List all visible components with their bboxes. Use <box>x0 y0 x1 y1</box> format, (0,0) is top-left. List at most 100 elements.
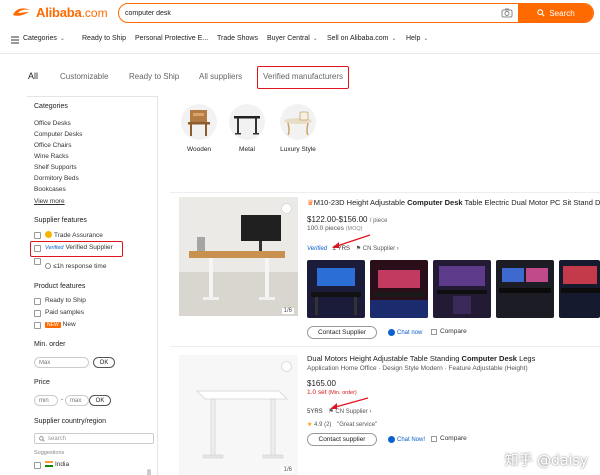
clock-icon <box>45 263 51 269</box>
wooden-desk-icon <box>188 110 210 136</box>
product-2-compare[interactable]: Compare <box>431 435 467 442</box>
search-icon <box>537 9 545 17</box>
nav-help[interactable]: Help ⌄ <box>406 35 428 42</box>
product-1-thumb-3[interactable] <box>433 260 491 318</box>
new-badge: NEW <box>45 322 61 328</box>
nav-categories[interactable]: Categories ⌄ <box>23 35 65 42</box>
product-1-contact-supplier-button[interactable]: Contact Supplier <box>307 326 377 339</box>
search-icon <box>39 435 45 442</box>
product-1-title[interactable]: ♛M10-23D Height Adjustable Computer Desk… <box>307 198 600 207</box>
country-india-checkbox[interactable] <box>34 462 41 469</box>
product-1-image-pager: 1/6 <box>281 308 294 314</box>
response-time-checkbox[interactable] <box>34 258 41 265</box>
header: Alibaba .com Search <box>0 0 600 27</box>
country-search-placeholder: search <box>48 435 67 442</box>
country-search-field[interactable]: search <box>34 433 154 444</box>
product-2-moq: 1.0 set (Min. order) <box>307 389 357 396</box>
product-2-contact-supplier-button[interactable]: Contact supplier <box>307 433 377 446</box>
metal-desk-icon <box>234 116 260 135</box>
tab-customizable[interactable]: Customizable <box>60 72 108 81</box>
chip-luxury-style-label: Luxury Style <box>280 146 316 153</box>
product-1-compare[interactable]: Compare <box>431 328 467 335</box>
price-ok-button[interactable]: OK <box>89 395 111 406</box>
nav-buyer-central[interactable]: Buyer Central ⌄ <box>267 35 318 42</box>
product-1-thumb-5[interactable] <box>559 260 600 318</box>
tab-ready-to-ship[interactable]: Ready to Ship <box>129 72 179 81</box>
gaming-desk-photo <box>370 260 428 318</box>
product-2-supplier-info[interactable]: 5YRS ⚑ CN Supplier › <box>307 408 371 415</box>
new-checkbox[interactable] <box>34 322 41 329</box>
nav-trade-shows[interactable]: Trade Shows <box>217 35 258 42</box>
chip-wooden[interactable]: Wooden <box>178 104 220 153</box>
categories-heading: Categories <box>34 103 68 110</box>
price-max-input[interactable] <box>65 395 89 406</box>
camera-icon[interactable] <box>500 6 514 20</box>
category-wine-racks[interactable]: Wine Racks <box>34 153 69 160</box>
heart-icon[interactable] <box>281 203 292 214</box>
category-bookcases[interactable]: Bookcases <box>34 186 66 193</box>
heart-icon[interactable] <box>281 361 292 372</box>
product-1-verified-badge: Verified <box>307 246 328 252</box>
product-1-price-value: $122.00-$156.00 <box>307 215 368 224</box>
product-1-thumb-2[interactable] <box>370 260 428 318</box>
highlight-box-verified-manufacturers <box>257 66 349 89</box>
price-min-input[interactable] <box>34 395 58 406</box>
min-order-input[interactable] <box>34 357 89 368</box>
category-office-chairs[interactable]: Office Chairs <box>34 142 71 149</box>
chevron-down-icon: ⌄ <box>391 36 397 42</box>
search-button[interactable]: Search <box>518 4 593 22</box>
product-2-price: $165.00 <box>307 379 336 388</box>
search-input[interactable] <box>119 4 500 22</box>
gaming-desk-photo <box>307 260 365 318</box>
product-2-review-count: (2) <box>324 422 332 428</box>
product-1-thumb-4[interactable] <box>496 260 554 318</box>
red-arrow-annotation <box>332 234 371 248</box>
product-2-years: 5YRS <box>307 409 323 415</box>
gaming-desk-photo <box>559 260 600 318</box>
category-computer-desks[interactable]: Computer Desks <box>34 131 82 138</box>
product-2-image[interactable]: 1/6 <box>179 355 298 475</box>
product-2-rating: ★ 4.9 (2) "Great service" <box>307 421 377 428</box>
country-india-option: India <box>45 461 69 468</box>
nav-personal-protective[interactable]: Personal Protective E... <box>135 35 208 42</box>
crown-icon: ♛ <box>307 198 314 207</box>
tab-all-suppliers[interactable]: All suppliers <box>199 72 242 81</box>
luxury-desk-icon <box>284 111 312 136</box>
luxury-desk-image <box>280 104 316 140</box>
category-dormitory-beds[interactable]: Dormitory Beds <box>34 175 79 182</box>
trade-assurance-option: Trade Assurance <box>45 231 103 239</box>
search-bar: Search <box>118 3 594 23</box>
product-1-price: $122.00-$156.00 / piece <box>307 215 387 224</box>
product-1-thumb-1[interactable] <box>307 260 365 318</box>
wooden-desk-image <box>181 104 217 140</box>
ready-to-ship-checkbox[interactable] <box>34 298 41 305</box>
nav-ready-to-ship[interactable]: Ready to Ship <box>82 35 126 42</box>
alibaba-logo[interactable]: Alibaba .com <box>11 5 108 20</box>
product-1-image[interactable]: 1/6 <box>179 197 298 316</box>
view-more-link[interactable]: View more <box>34 198 65 205</box>
product-1-chat-now-button[interactable]: Chat now <box>388 329 422 336</box>
product-1-title-post: Table Electric Dual Motor PC Sit Stand D <box>462 198 600 207</box>
product-2-chat-now-button[interactable]: Chat Now! <box>388 436 425 443</box>
product-1-moq-note: (MOQ) <box>345 226 363 232</box>
chevron-down-icon: ⌄ <box>59 36 65 42</box>
tab-all[interactable]: All <box>28 71 38 81</box>
product-2-moq-value: 1.0 set <box>307 389 327 396</box>
product-2-compare-checkbox[interactable] <box>431 435 437 442</box>
alibaba-logo-icon <box>13 7 30 16</box>
scrollbar[interactable] <box>147 469 151 475</box>
nav-sell-label: Sell on Alibaba.com <box>327 35 389 42</box>
chip-metal[interactable]: Metal <box>226 104 268 153</box>
nav-sell-on-alibaba[interactable]: Sell on Alibaba.com ⌄ <box>327 35 397 42</box>
product-1-moq-value: 100.0 pieces <box>307 225 344 232</box>
product-1-compare-checkbox[interactable] <box>431 328 437 335</box>
trade-assurance-checkbox[interactable] <box>34 232 41 239</box>
min-order-ok-button[interactable]: OK <box>93 357 115 368</box>
product-2-title[interactable]: Dual Motors Height Adjustable Table Stan… <box>307 354 600 363</box>
suggestions-label: Suggestions <box>34 450 65 456</box>
category-shelf-supports[interactable]: Shelf Supports <box>34 164 77 171</box>
chip-luxury-style[interactable]: Luxury Style <box>274 104 322 153</box>
category-office-desks[interactable]: Office Desks <box>34 120 71 127</box>
paid-samples-checkbox[interactable] <box>34 310 41 317</box>
product-features-heading: Product features <box>34 283 86 290</box>
